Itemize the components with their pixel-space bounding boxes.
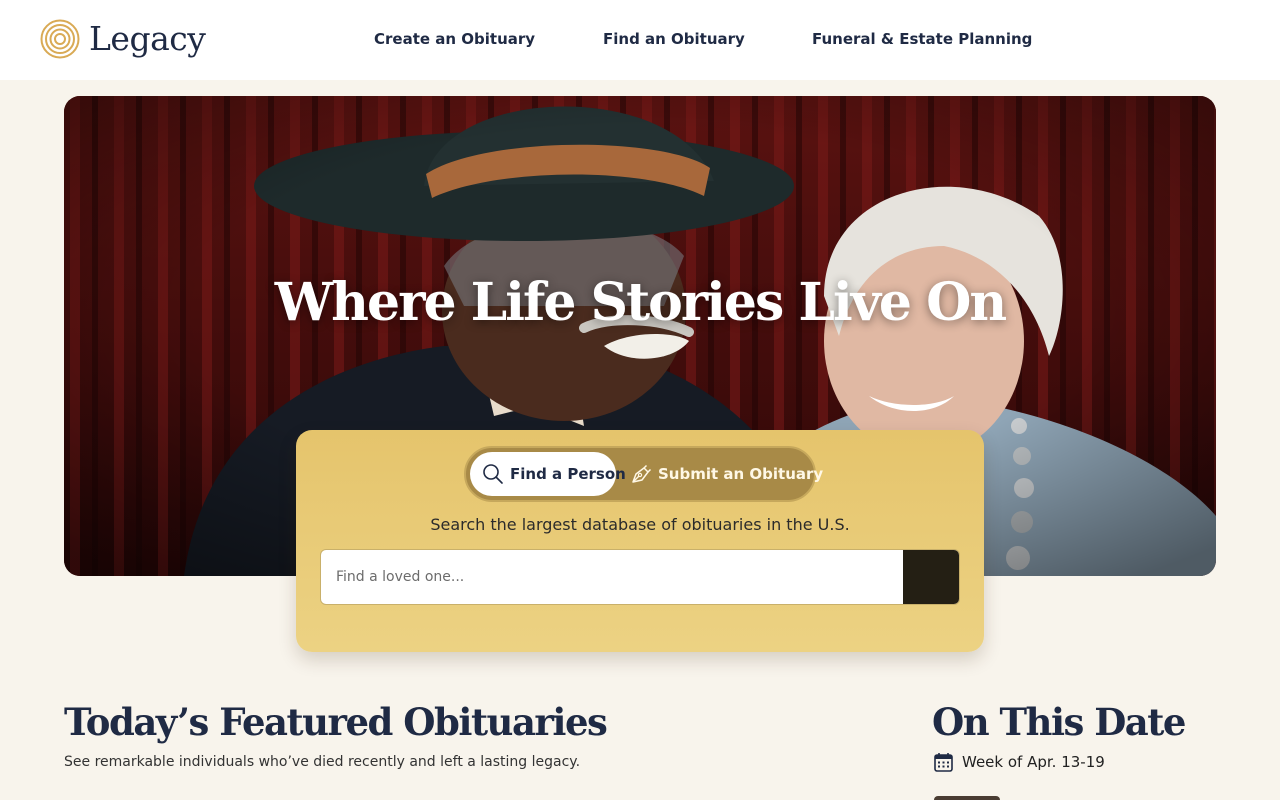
calendar-icon: [934, 753, 953, 772]
hero-title: Where Life Stories Live On: [274, 272, 1007, 333]
search-card: Find a Person Submit an Obituary Search …: [296, 430, 984, 652]
search-input[interactable]: [321, 550, 905, 604]
featured-obituaries-subtitle: See remarkable individuals who’ve died r…: [64, 754, 581, 770]
nav-create-obituary[interactable]: Create an Obituary: [374, 29, 535, 49]
nav-find-obituary[interactable]: Find an Obituary: [603, 29, 745, 49]
tab-submit-obituary[interactable]: Submit an Obituary: [624, 452, 823, 496]
search-box: [320, 549, 960, 605]
week-label: Week of Apr. 13-19: [962, 753, 1105, 771]
tab-find-label: Find a Person: [510, 465, 626, 483]
nav-funeral-estate-planning[interactable]: Funeral & Estate Planning: [812, 29, 1032, 49]
on-this-date-thumbnail[interactable]: [934, 796, 1000, 800]
featured-obituaries-title: Today’s Featured Obituaries: [64, 700, 608, 744]
tab-submit-label: Submit an Obituary: [658, 465, 824, 483]
search-icon: [483, 464, 503, 484]
concentric-circles-logo-icon: [40, 19, 80, 59]
legacy-logo[interactable]: Legacy: [40, 19, 206, 59]
search-mode-toggle: Find a Person Submit an Obituary: [464, 446, 823, 502]
logo-text: Legacy: [89, 19, 206, 58]
search-button[interactable]: [903, 550, 959, 604]
site-header: Legacy Create an Obituary Find an Obitua…: [0, 0, 1280, 80]
pen-nib-icon: [632, 464, 652, 483]
on-this-date-title: On This Date: [932, 700, 1186, 744]
tab-find-a-person[interactable]: Find a Person: [470, 452, 626, 496]
on-this-date-week: Week of Apr. 13-19: [934, 751, 1105, 773]
search-description: Search the largest database of obituarie…: [430, 515, 850, 534]
